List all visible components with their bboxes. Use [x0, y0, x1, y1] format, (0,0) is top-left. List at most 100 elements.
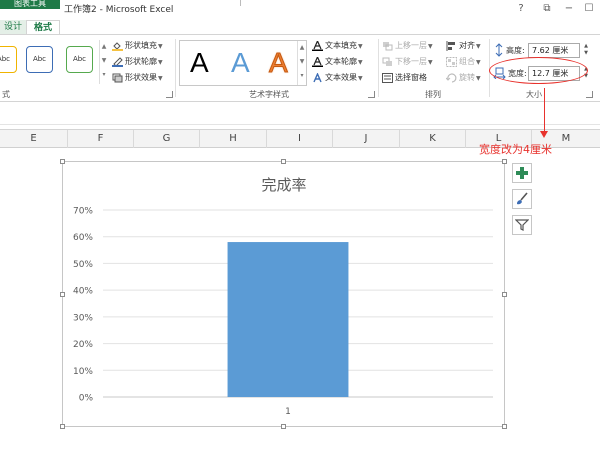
shape-styles-launcher-icon[interactable]: [166, 91, 173, 98]
column-header-e[interactable]: E: [0, 130, 68, 148]
formula-bar-area: [0, 103, 600, 130]
bring-forward-icon: [383, 41, 393, 50]
resize-handle-bottom[interactable]: [281, 424, 286, 429]
tab-format[interactable]: 格式: [26, 20, 60, 35]
send-backward-button[interactable]: 下移一层▼: [382, 55, 433, 69]
shape-outline-label: 形状轮廓: [125, 57, 157, 66]
text-outline-button[interactable]: 文本轮廓▼: [312, 55, 363, 69]
spin-down-icon[interactable]: ▼: [584, 50, 588, 56]
y-tick-label: 0%: [79, 394, 94, 404]
selection-pane-label: 选择窗格: [395, 73, 427, 82]
text-fill-button[interactable]: 文本填充▼: [312, 39, 363, 53]
tab-design[interactable]: 设计: [0, 20, 26, 35]
chevron-down-icon: ▼: [476, 59, 481, 66]
chart-styles-button[interactable]: [512, 189, 532, 209]
chevron-down-icon: ▼: [158, 75, 163, 82]
rotate-label: 旋转: [459, 73, 475, 82]
shape-fill-label: 形状填充: [125, 41, 157, 50]
chevron-down-icon: ▼: [158, 43, 163, 50]
chart-filters-button[interactable]: [512, 215, 532, 235]
group-divider: [378, 39, 379, 97]
group-icon: [446, 56, 457, 67]
chevron-down-icon: ▼: [476, 75, 481, 82]
chevron-down-icon: ▼: [428, 59, 433, 66]
chart-elements-button[interactable]: [512, 163, 532, 183]
column-header-g[interactable]: G: [134, 130, 200, 148]
wordart-style-1[interactable]: A: [190, 44, 209, 82]
text-outline-label: 文本轮廓: [325, 57, 357, 66]
size-launcher-icon[interactable]: [586, 91, 593, 98]
resize-handle-top-right[interactable]: [502, 159, 507, 164]
wordart-style-3[interactable]: A: [269, 44, 289, 82]
scroll-up-icon[interactable]: ▲: [298, 41, 306, 55]
selection-pane-icon: [382, 72, 393, 83]
selection-pane-button[interactable]: 选择窗格: [382, 71, 427, 85]
column-header-k[interactable]: K: [400, 130, 466, 148]
bars: [227, 242, 349, 397]
column-header-h[interactable]: H: [200, 130, 267, 148]
maximize-button[interactable]: ☐: [580, 2, 598, 16]
chevron-down-icon: ▼: [358, 59, 363, 66]
y-tick-label: 20%: [73, 340, 93, 350]
bring-forward-button[interactable]: 上移一层▼: [382, 39, 433, 53]
ribbon-display-button[interactable]: ⧉: [538, 2, 556, 16]
help-button[interactable]: ?: [512, 2, 530, 16]
shape-fill-button[interactable]: 形状填充▼: [112, 39, 163, 53]
align-button[interactable]: 对齐▼: [446, 39, 481, 53]
width-highlight-circle: [489, 57, 588, 84]
shape-effects-button[interactable]: 形状效果▼: [112, 71, 163, 85]
text-fill-label: 文本填充: [325, 41, 357, 50]
formula-divider: [0, 124, 600, 125]
chart-area[interactable]: 完成率 0% 10% 20% 30% 40% 50% 60% 70% 1: [60, 159, 507, 429]
scroll-down-icon[interactable]: ▼: [100, 54, 108, 68]
plus-icon: [516, 167, 528, 179]
shape-outline-button[interactable]: 形状轮廓▼: [112, 55, 163, 69]
resize-handle-right[interactable]: [502, 292, 507, 297]
text-fill-icon: [312, 40, 323, 51]
resize-handle-top-left[interactable]: [60, 159, 65, 164]
chevron-down-icon: ▼: [476, 43, 481, 50]
minimize-button[interactable]: −: [560, 2, 578, 16]
text-effects-button[interactable]: 文本效果▼: [312, 71, 363, 85]
wordart-styles-group-label: 艺术字样式: [249, 90, 289, 99]
arrange-group-label: 排列: [425, 90, 441, 99]
wordart-gallery-scroll[interactable]: ▲ ▼ ▾: [297, 41, 306, 85]
y-tick-label: 30%: [73, 313, 93, 323]
bar-1[interactable]: [227, 242, 349, 397]
x-axis-ticks: 1: [285, 407, 291, 417]
pencil-icon: [112, 56, 123, 67]
shape-style-1[interactable]: Abc: [0, 46, 17, 73]
shape-style-2[interactable]: Abc: [26, 46, 53, 73]
gallery-more-icon[interactable]: ▾: [100, 68, 108, 82]
x-tick-label: 1: [285, 407, 291, 417]
column-header-f[interactable]: F: [68, 130, 134, 148]
chart-tools-label: 图表工具: [14, 0, 46, 8]
resize-handle-bottom-left[interactable]: [60, 424, 65, 429]
chevron-down-icon: ▼: [358, 75, 363, 82]
resize-handle-bottom-right[interactable]: [502, 424, 507, 429]
shape-gallery-scroll[interactable]: ▲ ▼ ▾: [99, 40, 108, 84]
chart-title[interactable]: 完成率: [261, 176, 306, 194]
column-header-j[interactable]: J: [333, 130, 400, 148]
height-input[interactable]: 7.62 厘米: [528, 43, 580, 58]
scroll-down-icon[interactable]: ▼: [298, 55, 306, 69]
column-chart[interactable]: 完成率 0% 10% 20% 30% 40% 50% 60% 70% 1: [63, 162, 506, 428]
spin-up-icon[interactable]: ▲: [584, 43, 588, 49]
text-outline-icon: [312, 56, 323, 67]
height-spinner[interactable]: ▲ ▼: [582, 43, 590, 58]
column-header-i[interactable]: I: [267, 130, 333, 148]
scroll-up-icon[interactable]: ▲: [100, 40, 108, 54]
resize-handle-top[interactable]: [281, 159, 286, 164]
shape-style-3[interactable]: Abc: [66, 46, 93, 73]
group-button[interactable]: 组合▼: [446, 55, 481, 69]
title-bar: 图表工具 工作簿2 - Microsoft Excel ? ⧉ − ☐: [0, 0, 600, 20]
shape-height-icon: [495, 43, 503, 57]
wordart-gallery: A A A ▲ ▼ ▾: [179, 40, 307, 86]
wordart-styles-launcher-icon[interactable]: [368, 91, 375, 98]
wordart-style-2[interactable]: A: [231, 44, 250, 82]
resize-handle-left[interactable]: [60, 292, 65, 297]
gallery-more-icon[interactable]: ▾: [298, 69, 306, 83]
rotate-icon: [446, 72, 457, 83]
rotate-button[interactable]: 旋转▼: [446, 71, 481, 85]
group-divider: [175, 39, 176, 97]
